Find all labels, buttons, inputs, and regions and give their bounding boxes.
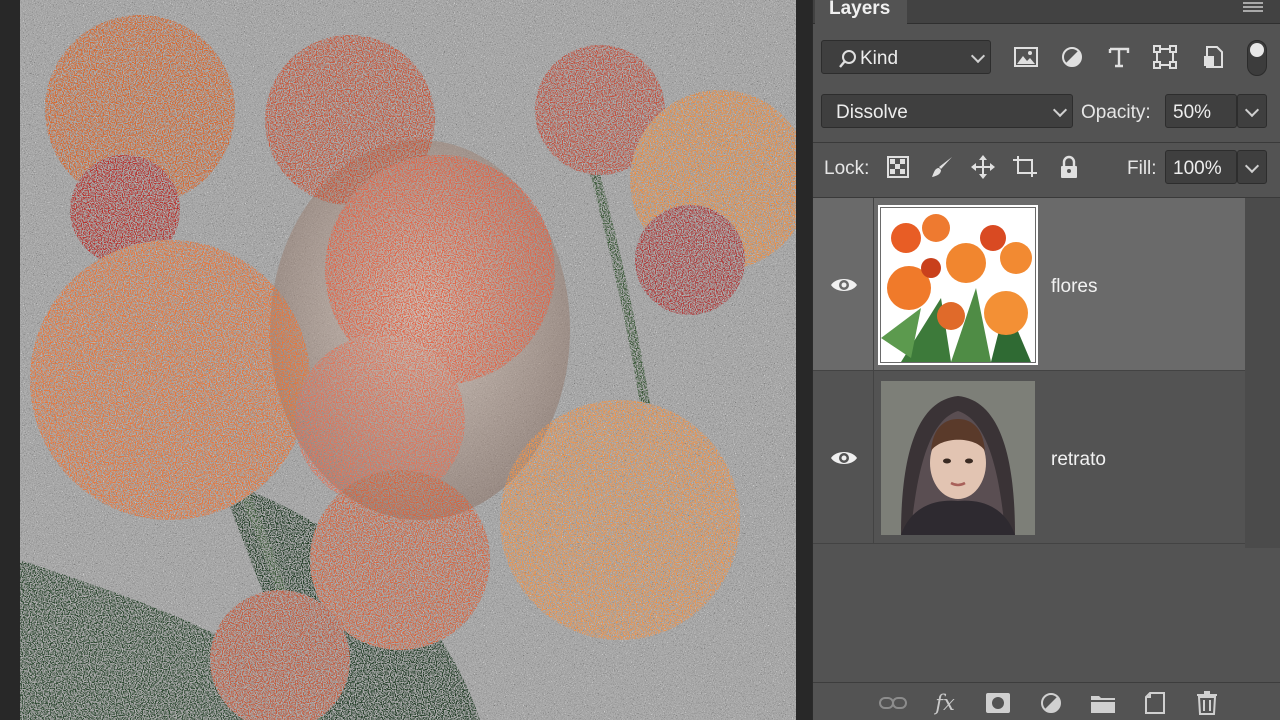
add-mask-icon[interactable] (984, 689, 1012, 717)
layer-name-flores[interactable]: flores (1051, 276, 1097, 298)
chevron-down-icon (1244, 102, 1260, 118)
eye-icon[interactable] (830, 276, 858, 294)
chevron-down-icon (1052, 102, 1068, 118)
portrait-thumbnail-image (881, 381, 1035, 535)
lock-label: Lock: (824, 158, 870, 179)
new-adjustment-layer-icon[interactable] (1037, 689, 1065, 717)
smart-object-filter-icon[interactable] (1199, 43, 1227, 71)
fx-icon[interactable]: fx (931, 689, 959, 717)
document-canvas[interactable] (20, 0, 796, 720)
visibility-cell (813, 371, 874, 543)
fill-input[interactable]: 100% (1165, 150, 1237, 184)
composite-image (20, 0, 796, 720)
layers-bottom-toolbar: fx (813, 682, 1280, 720)
lock-position-icon[interactable] (969, 153, 997, 181)
chevron-down-icon (1244, 158, 1260, 174)
lock-all-icon[interactable] (1055, 153, 1083, 181)
delete-layer-icon[interactable] (1193, 689, 1221, 717)
new-group-icon[interactable] (1089, 689, 1117, 717)
filter-kind-value: Kind (860, 48, 899, 69)
link-layers-icon[interactable] (879, 689, 907, 717)
lock-artboard-icon[interactable] (1011, 153, 1039, 181)
adjustment-filter-icon[interactable] (1058, 43, 1086, 71)
type-filter-icon[interactable] (1105, 43, 1133, 71)
lock-transparent-pixels-icon[interactable] (884, 153, 912, 181)
blend-mode-select[interactable]: Dissolve (821, 94, 1073, 128)
tab-layers[interactable]: Layers (815, 0, 907, 24)
panel-tab-bar: Layers (813, 0, 1280, 24)
eye-icon[interactable] (830, 449, 858, 467)
fill-dropdown-button[interactable] (1237, 150, 1267, 184)
filter-toggle[interactable] (1247, 40, 1267, 76)
layers-scrollbar[interactable] (1245, 198, 1280, 548)
chevron-down-icon (970, 48, 986, 64)
panel-menu-icon[interactable] (1243, 2, 1263, 16)
roses-thumbnail-image (881, 208, 1035, 362)
opacity-label: Opacity: (1081, 102, 1151, 123)
opacity-input[interactable]: 50% (1165, 94, 1237, 128)
layer-thumbnail-retrato[interactable] (881, 381, 1035, 535)
fill-value: 100% (1173, 158, 1222, 179)
image-filter-icon[interactable] (1012, 43, 1040, 71)
layer-name-retrato[interactable]: retrato (1051, 449, 1106, 471)
blend-mode-value: Dissolve (836, 102, 908, 123)
blend-row: Dissolve Opacity: 50% (813, 94, 1280, 130)
fill-label: Fill: (1127, 158, 1157, 179)
opacity-value: 50% (1173, 102, 1212, 123)
layer-thumbnail-flores[interactable] (878, 205, 1038, 365)
lock-image-pixels-icon[interactable] (928, 153, 956, 181)
new-layer-icon[interactable] (1141, 689, 1169, 717)
layers-panel: Layers Kind Dissolve Opacity: 50% Lock: … (812, 0, 1280, 720)
document-canvas-area (0, 0, 812, 720)
layer-row-retrato[interactable]: retrato (813, 371, 1245, 544)
filter-kind-select[interactable]: Kind (821, 40, 991, 74)
search-icon (839, 50, 856, 68)
divider (813, 142, 1280, 143)
opacity-dropdown-button[interactable] (1237, 94, 1267, 128)
lock-row: Lock: Fill: 100% (813, 148, 1280, 184)
layer-row-flores[interactable]: flores (813, 198, 1245, 371)
filter-row: Kind (813, 40, 1280, 76)
shape-filter-icon[interactable] (1151, 43, 1179, 71)
visibility-cell (813, 198, 874, 370)
layers-list: flores retrato (813, 198, 1245, 548)
